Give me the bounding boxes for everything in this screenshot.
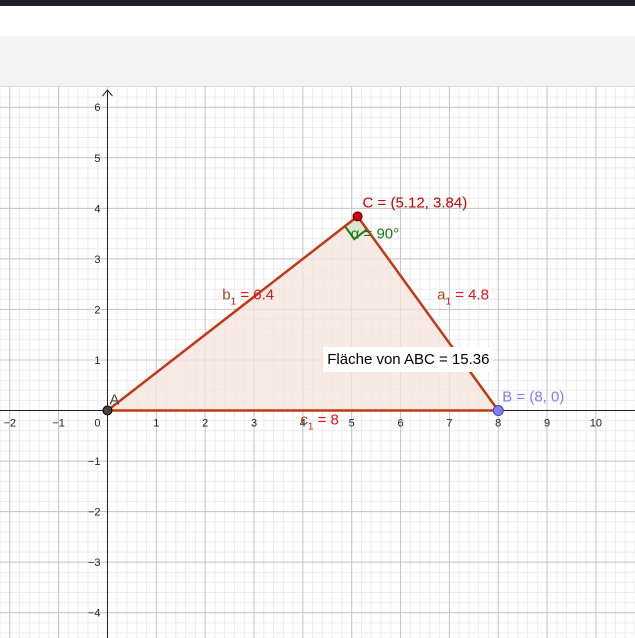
x-tick-label: −1: [52, 418, 65, 430]
y-tick-label: 2: [94, 304, 100, 316]
segment-a-value: = 4.8: [451, 286, 489, 303]
segment-b-value: = 6.4: [236, 286, 274, 303]
area-text[interactable]: Fläche von ABC = 15.36: [327, 351, 489, 368]
point-b-label: B = (8, 0): [502, 389, 564, 406]
segment-b-name: b: [222, 286, 230, 303]
y-tick-label: 3: [94, 254, 100, 266]
x-tick-label: 3: [251, 418, 257, 430]
point-c[interactable]: [352, 211, 363, 222]
segment-c-label: c1 = 8: [300, 412, 339, 433]
point-c-label: C = (5.12, 3.84): [363, 194, 468, 211]
y-tick-label: 4: [94, 203, 100, 215]
y-tick-label: 5: [94, 153, 100, 165]
x-tick-label: 1: [153, 418, 159, 430]
toolbar: [0, 6, 635, 86]
segment-c-value: = 8: [313, 412, 338, 429]
x-tick-label: 7: [446, 418, 452, 430]
graphics-view[interactable]: −2 −1 0 1 2 3 4 5 6 7 8 9 10 −4 −3 −2 −1 1 2 3 4 5 6 A B = (8…: [0, 87, 635, 638]
toolbar-panel: [0, 36, 635, 86]
segment-a-label: a1 = 4.8: [437, 286, 489, 307]
x-tick-label: 6: [397, 418, 403, 430]
y-tick-label: −4: [88, 608, 101, 620]
x-tick-label: 2: [202, 418, 208, 430]
point-b[interactable]: [492, 405, 504, 417]
x-tick-label: 10: [590, 418, 602, 430]
y-tick-label: −1: [88, 456, 101, 468]
y-tick-label: −2: [88, 507, 101, 519]
angle-label: α = 90°: [351, 226, 399, 243]
x-tick-label: 9: [544, 418, 550, 430]
point-a-label: A: [109, 392, 119, 409]
toolbar-top-strip: [0, 6, 635, 36]
x-tick-label: 5: [349, 418, 355, 430]
y-tick-label: 6: [94, 102, 100, 114]
y-tick-label: −3: [88, 557, 101, 569]
graphics-canvas[interactable]: −2 −1 0 1 2 3 4 5 6 7 8 9 10 −4−3−2−1123456 A B = (8…: [0, 87, 635, 638]
x-tick-label: 0: [94, 418, 100, 430]
x-tick-label: 8: [495, 418, 501, 430]
x-tick-label: −2: [3, 418, 16, 430]
y-tick-label: 1: [94, 355, 100, 367]
